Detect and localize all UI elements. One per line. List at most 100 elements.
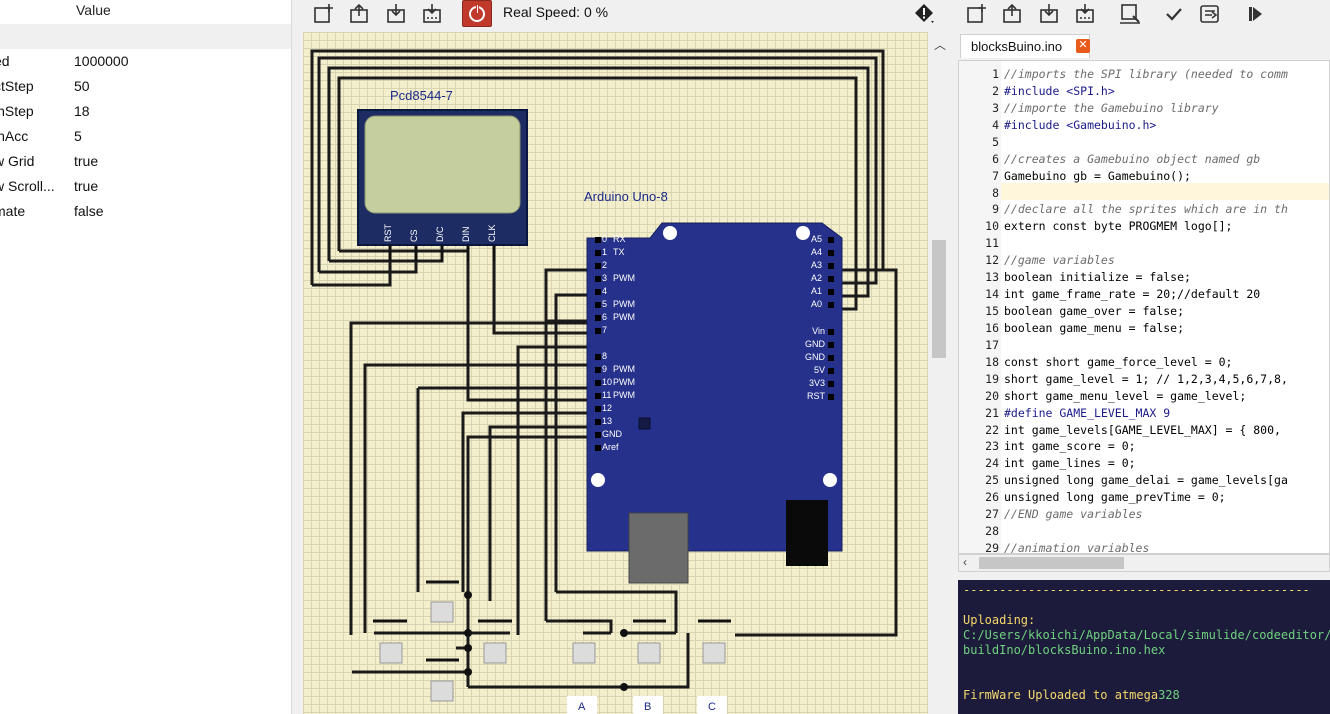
scroll-thumb[interactable] — [932, 240, 946, 358]
arduino-pin[interactable] — [595, 328, 601, 334]
arduino-pin[interactable] — [828, 250, 834, 256]
arduino-pin[interactable] — [595, 289, 601, 295]
find-icon[interactable] — [1118, 2, 1144, 26]
property-key: inAcc — [0, 128, 29, 144]
save-file-icon[interactable] — [384, 2, 410, 26]
compile-check-icon[interactable] — [1161, 2, 1187, 26]
save-as-icon[interactable] — [1073, 2, 1099, 26]
arduino-pin[interactable] — [828, 263, 834, 269]
debug-icon[interactable] — [1243, 2, 1269, 26]
code-line: unsigned long game_delai = game_levels[g… — [1004, 473, 1288, 488]
property-row[interactable]: mate false — [0, 199, 291, 224]
save-file-icon[interactable] — [1037, 2, 1063, 26]
arduino-pin-number: 2 — [602, 260, 608, 270]
arduino-pin[interactable] — [828, 329, 834, 335]
arduino-pin[interactable] — [595, 406, 601, 412]
code-line: //declare all the sprites which are in t… — [1004, 202, 1288, 217]
line-number: 26 — [985, 490, 999, 505]
canvas-vertical-scrollbar[interactable]: ︿ — [928, 32, 950, 714]
panel-splitter[interactable] — [291, 0, 303, 714]
arduino-pin[interactable] — [595, 393, 601, 399]
save-as-icon[interactable] — [420, 2, 446, 26]
arduino-pin[interactable] — [595, 302, 601, 308]
scroll-up-icon[interactable]: ︿ — [934, 36, 946, 53]
upload-icon[interactable] — [1198, 2, 1224, 26]
arduino-pin[interactable] — [595, 432, 601, 438]
code-line: //creates a Gamebuino object named gb — [1004, 151, 1261, 166]
property-value[interactable]: 1000000 — [74, 49, 129, 74]
arduino-pin[interactable] — [828, 302, 834, 308]
line-number: 11 — [985, 236, 999, 251]
arduino-pin[interactable] — [595, 263, 601, 269]
code-line: #include <Gamebuino.h> — [1004, 117, 1157, 132]
arduino-pin[interactable] — [595, 276, 601, 282]
property-row[interactable]: inAcc 5 — [0, 124, 291, 149]
lcd-label: Pcd8544-7 — [390, 88, 453, 103]
property-row[interactable]: inStep 18 — [0, 99, 291, 124]
arduino-pin[interactable] — [595, 445, 601, 451]
new-file-icon[interactable] — [311, 2, 337, 26]
property-row[interactable]: w Grid true — [0, 149, 291, 174]
open-file-icon[interactable] — [1000, 2, 1026, 26]
property-row[interactable]: w Scroll... true — [0, 174, 291, 199]
scroll-left-icon[interactable]: ‹ — [963, 555, 967, 569]
line-number: 1 — [992, 67, 999, 81]
arduino-pin-number: 6 — [602, 312, 608, 322]
tab-blocksbuino[interactable]: blocksBuino.ino ✕ — [960, 34, 1090, 58]
arduino-label: Arduino Uno-8 — [584, 189, 668, 204]
property-value[interactable]: 50 — [74, 74, 90, 99]
warning-icon[interactable] — [913, 2, 937, 26]
arduino-pin-label: Vin — [812, 326, 825, 336]
property-row[interactable]: t — [0, 24, 291, 49]
arduino-pin[interactable] — [828, 289, 834, 295]
property-value[interactable]: 5 — [74, 124, 82, 149]
arduino-pin[interactable] — [828, 394, 834, 400]
property-row[interactable]: ed 1000000 — [0, 49, 291, 74]
arduino-pin[interactable] — [595, 367, 601, 373]
editor-horizontal-scrollbar[interactable]: ‹ — [958, 554, 1330, 572]
property-value[interactable]: 18 — [74, 99, 90, 124]
code-line: const short game_force_level = 0; — [1004, 354, 1233, 369]
arduino-pin-number: 10 — [602, 377, 613, 387]
property-value[interactable]: false — [74, 199, 104, 224]
arduino-pin[interactable] — [828, 276, 834, 282]
property-key: mate — [0, 203, 26, 219]
new-file-icon[interactable] — [964, 2, 990, 26]
code-line: //imports the SPI library (needed to com… — [1004, 67, 1288, 81]
code-line: int game_frame_rate = 20;//default 20 — [1004, 287, 1261, 302]
arduino-pin[interactable] — [595, 354, 601, 360]
open-file-icon[interactable] — [347, 2, 373, 26]
arduino-pin[interactable] — [828, 381, 834, 387]
property-value[interactable]: true — [74, 174, 98, 199]
arduino-pin[interactable] — [595, 237, 601, 243]
arduino-pin-number: 12 — [602, 403, 613, 413]
console-path-line1: C:/Users/kkoichi/AppData/Local/simulide/… — [963, 628, 1330, 642]
property-key: ctStep — [0, 78, 34, 94]
arduino-pin[interactable] — [595, 250, 601, 256]
code-editor[interactable]: 1 2 3 4 5 6 7 8 9 10 11 12 13 14 15 16 17 18 19 20 21 22 23 24 2… — [958, 60, 1330, 554]
arduino-pin[interactable] — [595, 380, 601, 386]
arduino-pin-number: 4 — [602, 286, 608, 296]
arduino-pin[interactable] — [828, 237, 834, 243]
arduino-pin-name: PWM — [613, 390, 635, 400]
power-icon[interactable] — [462, 0, 492, 27]
property-value[interactable]: true — [74, 149, 98, 174]
line-number: 25 — [985, 473, 999, 488]
line-number: 14 — [985, 287, 999, 302]
arduino-pin-number: 9 — [602, 364, 608, 374]
property-key: w Grid — [0, 153, 35, 169]
button-label: B — [644, 701, 652, 713]
arduino-pin[interactable] — [595, 315, 601, 321]
property-row[interactable]: ctStep 50 — [0, 74, 291, 99]
arduino-pin-label: A0 — [811, 299, 823, 309]
code-line: Gamebuino gb = Gamebuino(); — [1004, 168, 1191, 183]
close-icon[interactable]: ✕ — [1076, 39, 1090, 53]
arduino-pin[interactable] — [828, 342, 834, 348]
arduino-pin[interactable] — [828, 355, 834, 361]
panel-splitter[interactable] — [950, 0, 958, 714]
code-line: int game_levels[GAME_LEVEL_MAX] = { 800, — [1004, 422, 1288, 437]
circuit-canvas[interactable]: Pcd8544-7 Arduino Uno-8 RST CS D/C DIN CLK 0… — [303, 32, 928, 714]
arduino-pin[interactable] — [595, 419, 601, 425]
arduino-pin[interactable] — [828, 368, 834, 374]
scroll-thumb[interactable] — [979, 557, 1124, 569]
